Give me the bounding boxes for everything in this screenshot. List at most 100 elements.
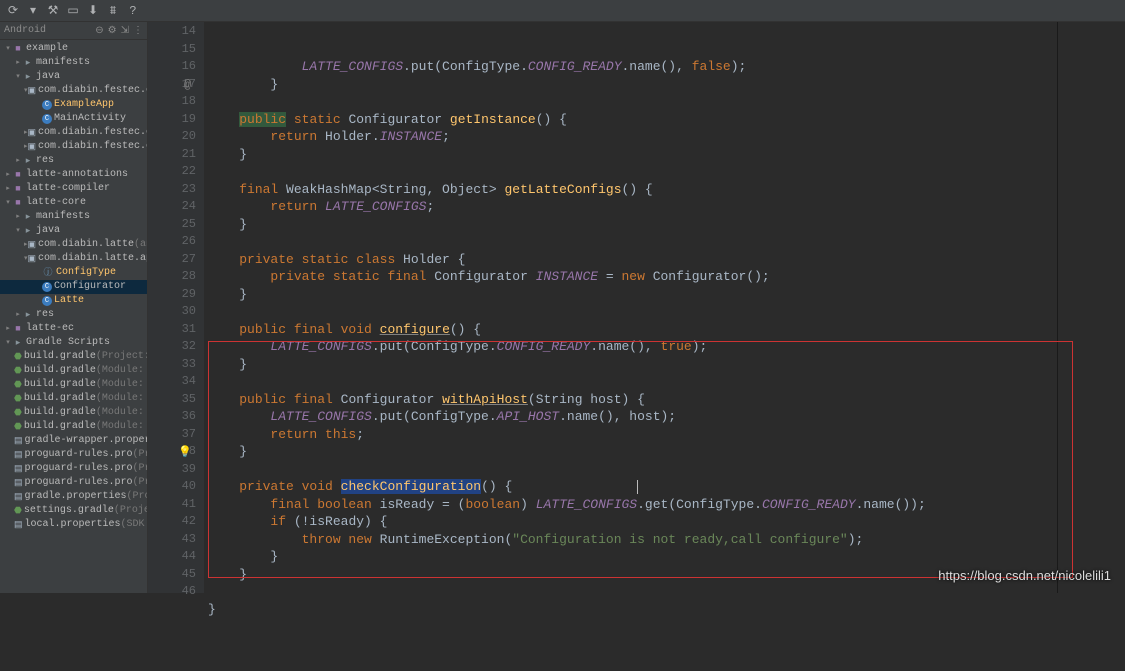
line-number[interactable]: 32 bbox=[148, 338, 196, 356]
tree-item[interactable]: CMainActivity bbox=[0, 112, 147, 126]
tree-item[interactable]: ▸■latte-annotations bbox=[0, 168, 147, 182]
tree-arrow-icon[interactable]: ▾ bbox=[14, 70, 22, 84]
tree-item[interactable]: ▸▸res bbox=[0, 154, 147, 168]
help-icon[interactable]: ? bbox=[126, 4, 140, 18]
tree-arrow-icon[interactable]: ▸ bbox=[14, 308, 22, 322]
code-line[interactable]: LATTE_CONFIGS.put(ConfigType.CONFIG_READ… bbox=[208, 58, 1057, 76]
code-line[interactable] bbox=[208, 303, 1057, 321]
avd-icon[interactable]: ▭ bbox=[66, 4, 80, 18]
tree-item[interactable]: ▤gradle-wrapper.properties (Gradle Versi bbox=[0, 434, 147, 448]
gradle-icon[interactable]: ▾ bbox=[26, 4, 40, 18]
line-number[interactable]: 40 bbox=[148, 478, 196, 496]
code-line[interactable]: LATTE_CONFIGS.put(ConfigType.API_HOST.na… bbox=[208, 408, 1057, 426]
project-tree[interactable]: ▾■example▸▸manifests▾▸java▾▣com.diabin.f… bbox=[0, 40, 147, 593]
tree-arrow-icon[interactable]: ▾ bbox=[4, 196, 12, 210]
tree-item[interactable]: ▤proguard-rules.pro (ProGuard Rules for … bbox=[0, 476, 147, 490]
line-number[interactable]: 19 bbox=[148, 111, 196, 129]
hide-icon[interactable]: ⇲ bbox=[121, 25, 129, 37]
code-line[interactable] bbox=[208, 163, 1057, 181]
code-line[interactable] bbox=[208, 93, 1057, 111]
code-line[interactable]: } bbox=[208, 566, 1057, 584]
more-icon[interactable]: ⋮ bbox=[133, 25, 143, 37]
code-line[interactable] bbox=[208, 618, 1057, 636]
attach-icon[interactable]: ⩩ bbox=[106, 4, 120, 18]
tree-item[interactable]: ▾▣com.diabin.festec.example bbox=[0, 84, 147, 98]
tree-item[interactable]: CExampleApp bbox=[0, 98, 147, 112]
code-line[interactable]: } bbox=[208, 286, 1057, 304]
line-number[interactable]: 22 bbox=[148, 163, 196, 181]
code-line[interactable]: public final void configure() { bbox=[208, 321, 1057, 339]
line-number[interactable]: 28 bbox=[148, 268, 196, 286]
line-number[interactable]: 31 bbox=[148, 321, 196, 339]
code-line[interactable] bbox=[208, 373, 1057, 391]
tree-item[interactable]: ⬣build.gradle (Module: latte-ec) bbox=[0, 420, 147, 434]
line-number[interactable]: 15 bbox=[148, 41, 196, 59]
line-number[interactable]: 25 bbox=[148, 216, 196, 234]
code-line[interactable]: return this; bbox=[208, 426, 1057, 444]
code-line[interactable]: private static class Holder { bbox=[208, 251, 1057, 269]
line-number[interactable]: 20 bbox=[148, 128, 196, 146]
tree-arrow-icon[interactable]: ▸ bbox=[14, 210, 22, 224]
collapse-icon[interactable]: ⊖ bbox=[95, 25, 103, 37]
tree-arrow-icon[interactable]: ▸ bbox=[14, 154, 22, 168]
line-number[interactable]: 29 bbox=[148, 286, 196, 304]
tree-item[interactable]: ▸▸manifests bbox=[0, 210, 147, 224]
tree-item[interactable]: ▸▸manifests bbox=[0, 56, 147, 70]
line-number[interactable]: 18 bbox=[148, 93, 196, 111]
tree-item[interactable]: ▾▸java bbox=[0, 224, 147, 238]
code-line[interactable]: private static final Configurator INSTAN… bbox=[208, 268, 1057, 286]
line-number[interactable]: 27 bbox=[148, 251, 196, 269]
gear-icon[interactable]: ⚙ bbox=[108, 25, 117, 37]
tree-arrow-icon[interactable]: ▾ bbox=[4, 336, 12, 350]
code-line[interactable]: throw new RuntimeException("Configuratio… bbox=[208, 531, 1057, 549]
code-line[interactable]: } bbox=[208, 601, 1057, 619]
code-line[interactable]: } bbox=[208, 443, 1057, 461]
code-line[interactable]: public final Configurator withApiHost(St… bbox=[208, 391, 1057, 409]
tree-item[interactable]: ⓙConfigType bbox=[0, 266, 147, 280]
line-number[interactable]: 26 bbox=[148, 233, 196, 251]
code-line[interactable]: } bbox=[208, 548, 1057, 566]
code-line[interactable]: return Holder.INSTANCE; bbox=[208, 128, 1057, 146]
tree-item[interactable]: ▤proguard-rules.pro (ProGuard Rules for … bbox=[0, 448, 147, 462]
code-line[interactable] bbox=[208, 233, 1057, 251]
tree-item[interactable]: CLatte bbox=[0, 294, 147, 308]
line-number[interactable]: 38💡 bbox=[148, 443, 196, 461]
line-number[interactable]: 39 bbox=[148, 461, 196, 479]
tree-item[interactable]: ▸■latte-compiler bbox=[0, 182, 147, 196]
line-number[interactable]: 35 bbox=[148, 391, 196, 409]
line-number[interactable]: 43 bbox=[148, 531, 196, 549]
code-line[interactable]: LATTE_CONFIGS.put(ConfigType.CONFIG_READ… bbox=[208, 338, 1057, 356]
line-number[interactable]: 24 bbox=[148, 198, 196, 216]
tree-arrow-icon[interactable]: ▸ bbox=[4, 182, 12, 196]
line-number[interactable]: 16 bbox=[148, 58, 196, 76]
tree-item[interactable]: ⬣build.gradle (Module: latte-core) bbox=[0, 406, 147, 420]
tree-item[interactable]: ⬣settings.gradle (Project Settings) bbox=[0, 504, 147, 518]
tree-arrow-icon[interactable]: ▾ bbox=[4, 42, 12, 56]
line-number[interactable]: 34 bbox=[148, 373, 196, 391]
tree-arrow-icon[interactable]: ▸ bbox=[14, 56, 22, 70]
tree-arrow-icon[interactable]: ▸ bbox=[4, 168, 12, 182]
code-line[interactable]: final boolean isReady = (boolean) LATTE_… bbox=[208, 496, 1057, 514]
tree-arrow-icon[interactable]: ▾ bbox=[14, 224, 22, 238]
line-number[interactable]: 30 bbox=[148, 303, 196, 321]
gutter[interactable]: 14151617@1819202122232425262728293031323… bbox=[148, 22, 204, 593]
code-line[interactable]: private void checkConfiguration() { bbox=[208, 478, 1057, 496]
line-number[interactable]: 45 bbox=[148, 566, 196, 584]
tree-item[interactable]: CConfigurator bbox=[0, 280, 147, 294]
tree-item[interactable]: ▸▣com.diabin.festec.example (test) bbox=[0, 140, 147, 154]
tree-item[interactable]: ▾■latte-core bbox=[0, 196, 147, 210]
code-line[interactable]: } bbox=[208, 76, 1057, 94]
sync-icon[interactable]: ⟳ bbox=[6, 4, 20, 18]
tree-item[interactable]: ▤proguard-rules.pro (ProGuard Rules for … bbox=[0, 462, 147, 476]
sidebar-view-label[interactable]: Android bbox=[4, 25, 46, 36]
tree-item[interactable]: ▸▣com.diabin.latte (androidTest) bbox=[0, 238, 147, 252]
line-number[interactable]: 42 bbox=[148, 513, 196, 531]
code-line[interactable] bbox=[208, 461, 1057, 479]
tree-item[interactable]: ⬣build.gradle (Module: latte-annotations… bbox=[0, 378, 147, 392]
tree-item[interactable]: ▤local.properties (SDK Location) bbox=[0, 518, 147, 532]
tree-item[interactable]: ▸▸res bbox=[0, 308, 147, 322]
line-number[interactable]: 37 bbox=[148, 426, 196, 444]
code-line[interactable]: return LATTE_CONFIGS; bbox=[208, 198, 1057, 216]
line-number[interactable]: 21 bbox=[148, 146, 196, 164]
code-line[interactable]: } bbox=[208, 356, 1057, 374]
